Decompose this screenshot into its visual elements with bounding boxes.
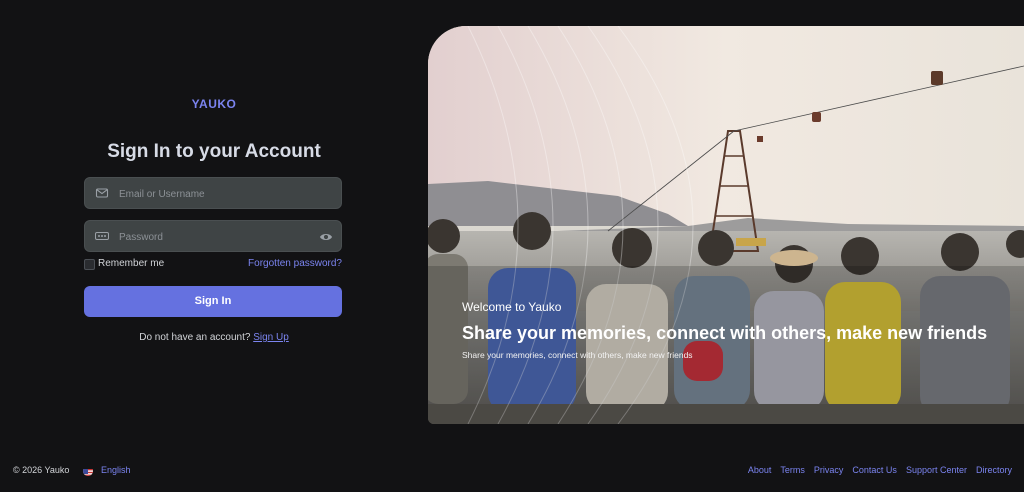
- signup-prompt-text: Do not have an account?: [139, 332, 251, 343]
- login-panel: YAUKO Sign In to your Account Email or U…: [0, 0, 428, 440]
- footer-link-about[interactable]: About: [748, 465, 772, 475]
- footer-link-contact[interactable]: Contact Us: [852, 465, 897, 475]
- eye-icon[interactable]: [319, 230, 333, 242]
- footer-links: About Terms Privacy Contact Us Support C…: [748, 465, 1012, 475]
- remember-checkbox[interactable]: [84, 259, 95, 270]
- hero-headline: Share your memories, connect with others…: [462, 323, 988, 343]
- password-field[interactable]: [117, 221, 321, 253]
- footer-link-privacy[interactable]: Privacy: [814, 465, 844, 475]
- footer-link-support[interactable]: Support Center: [906, 465, 967, 475]
- page-title: Sign In to your Account: [107, 141, 321, 162]
- password-dots-icon: [95, 229, 109, 243]
- hero-eyebrow: Welcome to Yauko: [462, 300, 562, 314]
- forgot-password-link[interactable]: Forgotten password?: [248, 258, 342, 269]
- footer-link-directory[interactable]: Directory: [976, 465, 1012, 475]
- email-field[interactable]: [117, 178, 321, 210]
- us-flag-icon: [83, 466, 93, 476]
- remember-label[interactable]: Remember me: [98, 258, 164, 269]
- language-selector[interactable]: English: [101, 465, 131, 475]
- footer-link-terms[interactable]: Terms: [780, 465, 805, 475]
- signup-prompt: Do not have an account? Sign Up: [0, 332, 428, 343]
- password-field-container[interactable]: [84, 220, 342, 253]
- copyright: © 2026 Yauko: [13, 465, 70, 475]
- hero-photo-illustration: [428, 26, 1024, 424]
- email-icon: [95, 186, 109, 200]
- brand-logo[interactable]: YAUKO: [0, 97, 428, 111]
- sign-in-button[interactable]: Sign In: [84, 286, 342, 317]
- hero-subtext: Share your memories, connect with others…: [462, 350, 693, 360]
- sign-up-link[interactable]: Sign Up: [253, 332, 289, 343]
- remember-row: Remember me Forgotten password?: [84, 258, 342, 272]
- hero-text: Welcome to Yauko Share your memories, co…: [462, 300, 1002, 360]
- email-field-container[interactable]: [84, 177, 342, 210]
- hero-image: Welcome to Yauko Share your memories, co…: [428, 26, 1024, 424]
